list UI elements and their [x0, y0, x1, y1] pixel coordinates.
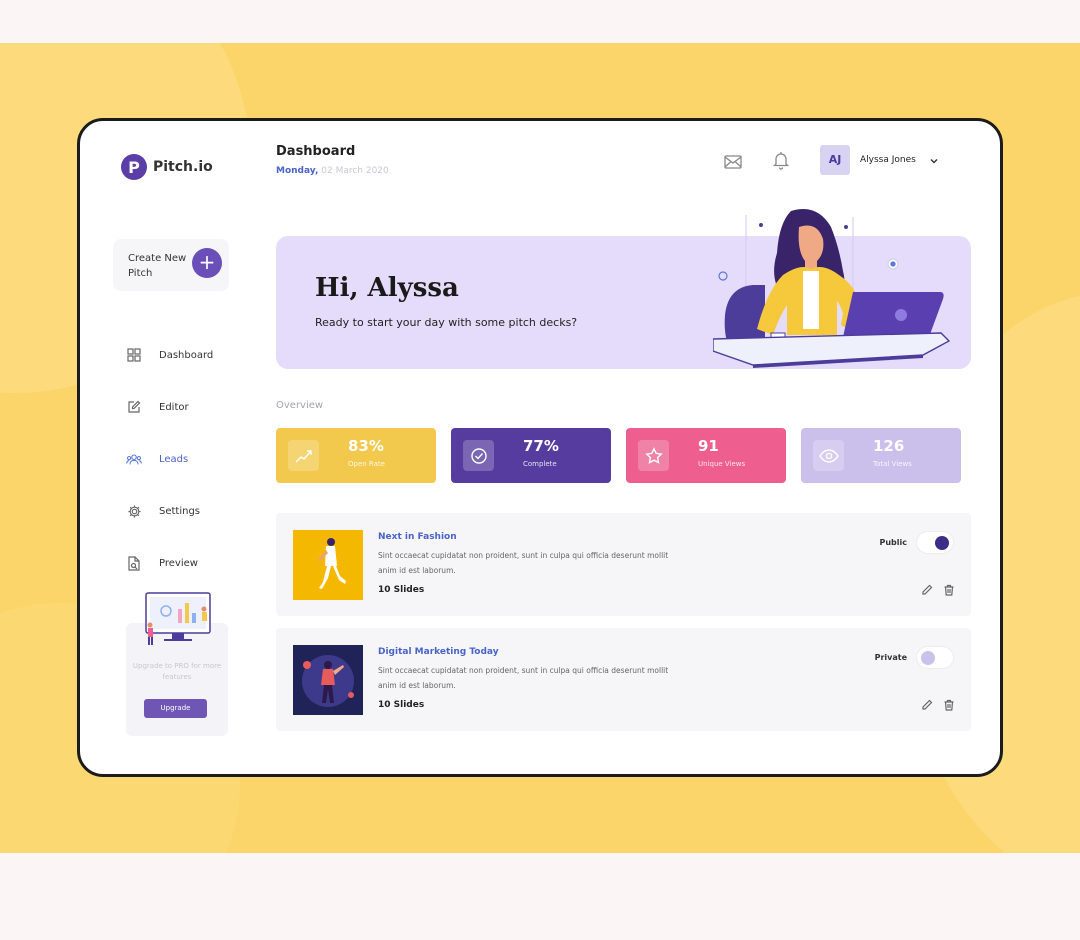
stat-card-complete[interactable]: 77% Complete: [451, 428, 611, 483]
file-preview-icon: [126, 555, 142, 571]
woman-laptop-illustration: [713, 209, 951, 368]
visibility-toggle[interactable]: [916, 646, 954, 669]
visibility-toggle[interactable]: [916, 531, 954, 554]
pitch-description: Sint occaecat cupidatat non proident, su…: [378, 666, 669, 690]
sidebar-item-label: Leads: [159, 453, 189, 465]
pencil-icon[interactable]: [921, 584, 933, 596]
stat-card-total-views[interactable]: 126 Total Views: [801, 428, 961, 483]
logo-icon: P: [121, 154, 147, 180]
current-day: Monday,: [276, 166, 319, 176]
promo-text: Upgrade to PRO for more features: [132, 662, 222, 681]
sidebar-item-preview[interactable]: Preview: [126, 537, 213, 589]
grid-icon: [126, 347, 142, 363]
stat-label: Complete: [523, 460, 557, 468]
sidebar-nav: Dashboard Editor Leads Settings Preview: [126, 329, 213, 589]
trend-icon: [288, 440, 319, 471]
stat-value: 91: [698, 437, 719, 455]
sidebar-item-label: Preview: [159, 557, 198, 569]
stat-card-open-rate[interactable]: 83% Open Rate: [276, 428, 436, 483]
toggle-knob: [921, 651, 935, 665]
pitch-thumbnail[interactable]: [293, 645, 363, 715]
upgrade-button[interactable]: Upgrade: [144, 699, 207, 718]
stat-label: Total Views: [873, 460, 912, 468]
create-new-pitch-label: Create New Pitch: [128, 253, 187, 279]
sidebar-item-dashboard[interactable]: Dashboard: [126, 329, 213, 381]
current-date-value: 02 March 2020: [321, 166, 389, 176]
mail-icon[interactable]: [723, 152, 743, 172]
visibility-label: Public: [879, 538, 907, 547]
sidebar-item-label: Dashboard: [159, 349, 214, 361]
plus-icon[interactable]: +: [192, 248, 222, 278]
trash-icon[interactable]: [943, 584, 955, 596]
check-circle-icon: [463, 440, 494, 471]
app-window: P Pitch.io Create New Pitch + Dashboard …: [77, 118, 1003, 777]
toggle-knob: [935, 536, 949, 550]
sidebar-item-label: Editor: [159, 401, 189, 413]
star-icon: [638, 440, 669, 471]
slide-count: 10 Slides: [378, 585, 425, 595]
users-icon: [126, 451, 142, 467]
pitch-thumbnail[interactable]: [293, 530, 363, 600]
pitch-card[interactable]: Next in Fashion Sint occaecat cupidatat …: [276, 513, 971, 616]
overview-title: Overview: [276, 400, 324, 411]
sidebar-item-settings[interactable]: Settings: [126, 485, 213, 537]
page-title: Dashboard: [276, 144, 356, 159]
pitch-title[interactable]: Digital Marketing Today: [378, 647, 499, 657]
user-name[interactable]: Alyssa Jones: [860, 155, 916, 165]
welcome-title: Hi, Alyssa: [315, 273, 459, 303]
sidebar-item-leads[interactable]: Leads: [126, 433, 213, 485]
current-date: Monday, 02 March 2020: [276, 166, 389, 176]
promo-illustration: [145, 592, 211, 645]
stat-value: 77%: [523, 437, 559, 455]
pitch-description: Sint occaecat cupidatat non proident, su…: [378, 551, 669, 575]
sidebar-item-label: Settings: [159, 505, 201, 517]
edit-square-icon: [126, 399, 142, 415]
stat-card-unique-views[interactable]: 91 Unique Views: [626, 428, 786, 483]
stat-label: Unique Views: [698, 460, 746, 468]
pitch-card[interactable]: Digital Marketing Today Sint occaecat cu…: [276, 628, 971, 731]
chevron-down-icon[interactable]: [929, 156, 939, 166]
app-name: Pitch.io: [153, 159, 213, 175]
pitch-title[interactable]: Next in Fashion: [378, 532, 457, 542]
bell-icon[interactable]: [772, 150, 790, 170]
slide-count: 10 Slides: [378, 700, 425, 710]
sidebar-item-editor[interactable]: Editor: [126, 381, 213, 433]
avatar[interactable]: AJ: [820, 145, 850, 175]
welcome-subtitle: Ready to start your day with some pitch …: [315, 316, 578, 329]
visibility-label: Private: [874, 653, 907, 662]
create-new-pitch-button[interactable]: Create New Pitch +: [113, 239, 229, 291]
app-logo[interactable]: P Pitch.io: [121, 154, 213, 180]
stat-value: 126: [873, 437, 905, 455]
eye-icon: [813, 440, 844, 471]
trash-icon[interactable]: [943, 699, 955, 711]
pencil-icon[interactable]: [921, 699, 933, 711]
gear-icon: [126, 503, 142, 519]
stat-value: 83%: [348, 437, 384, 455]
stat-label: Open Rate: [348, 460, 385, 468]
